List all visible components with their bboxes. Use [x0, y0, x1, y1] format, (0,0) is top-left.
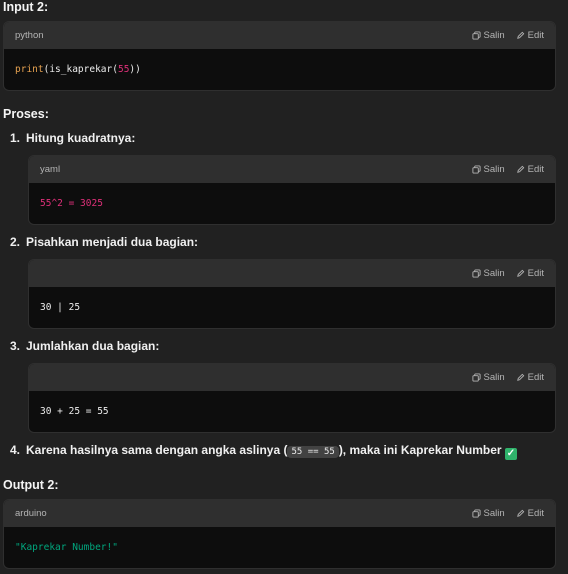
code-language-label: yaml	[40, 164, 61, 175]
output-heading: Output 2:	[3, 478, 59, 492]
edit-button[interactable]: Edit	[516, 508, 544, 519]
code-content: "Kaprekar Number!"	[15, 542, 118, 553]
code-token-number: 55	[117, 64, 130, 75]
step-4: 4. Karena hasilnya sama dengan angka asli…	[10, 443, 517, 460]
edit-label: Edit	[527, 268, 544, 279]
step-number: 1.	[10, 131, 21, 145]
inline-code: 55 == 55	[287, 446, 339, 458]
edit-icon	[516, 31, 524, 39]
code-block-step-3: Salin Edit 30 + 25 = 55	[28, 363, 556, 433]
step-text: Jumlahkan dua bagian:	[26, 339, 160, 353]
code-block-header: Salin Edit	[29, 364, 555, 391]
step-text: Karena hasilnya sama dengan angka asliny…	[26, 443, 288, 457]
edit-button[interactable]: Edit	[516, 372, 544, 383]
code-block-header: Salin Edit	[29, 260, 555, 287]
copy-label: Salin	[483, 30, 505, 41]
copy-icon	[471, 31, 481, 40]
step-3: 3. Jumlahkan dua bagian:	[10, 339, 159, 353]
copy-button[interactable]: Salin	[471, 508, 505, 519]
code-block-header: arduino Salin Edit	[4, 500, 555, 527]
edit-label: Edit	[527, 508, 544, 519]
edit-label: Edit	[527, 372, 544, 383]
edit-icon	[516, 165, 524, 173]
edit-icon	[516, 373, 524, 381]
edit-label: Edit	[527, 164, 544, 175]
check-mark-icon: ✓	[504, 448, 517, 460]
copy-button[interactable]: Salin	[471, 268, 505, 279]
code-content: 30 + 25 = 55	[40, 406, 109, 417]
step-2: 2. Pisahkan menjadi dua bagian:	[10, 235, 198, 249]
edit-button[interactable]: Edit	[516, 268, 544, 279]
copy-icon	[471, 165, 481, 174]
code-token-close: ))	[129, 64, 141, 75]
copy-label: Salin	[483, 164, 505, 175]
copy-button[interactable]: Salin	[471, 30, 505, 41]
edit-icon	[516, 509, 524, 517]
step-text: Pisahkan menjadi dua bagian:	[26, 235, 199, 249]
code-token-keyword: print	[15, 64, 44, 75]
edit-button[interactable]: Edit	[516, 164, 544, 175]
step-1: 1. Hitung kuadratnya:	[10, 131, 135, 145]
code-content: 30 | 25	[40, 302, 81, 313]
step-text-end: ), maka ini Kaprekar Number	[338, 443, 502, 457]
copy-label: Salin	[483, 372, 505, 383]
step-number: 3.	[10, 339, 21, 353]
code-block-header: python Salin Edit	[4, 22, 555, 49]
step-text: Hitung kuadratnya:	[26, 131, 136, 145]
code-block-step-2: Salin Edit 30 | 25	[28, 259, 556, 329]
edit-label: Edit	[527, 30, 544, 41]
process-heading: Proses:	[3, 107, 49, 121]
code-block-header: yaml Salin Edit	[29, 156, 555, 183]
edit-button[interactable]: Edit	[516, 30, 544, 41]
input-heading: Input 2:	[3, 0, 49, 14]
copy-icon	[471, 373, 481, 382]
copy-button[interactable]: Salin	[471, 372, 505, 383]
code-token-call: (is_kaprekar(	[43, 64, 118, 75]
code-content: print(is_kaprekar(55))	[15, 64, 141, 75]
step-number: 4.	[10, 443, 21, 457]
code-language-label: python	[15, 30, 44, 41]
copy-icon	[471, 509, 481, 518]
copy-label: Salin	[483, 268, 505, 279]
copy-label: Salin	[483, 508, 505, 519]
edit-icon	[516, 269, 524, 277]
code-block-step-1: yaml Salin Edit 55^2 = 3025	[28, 155, 556, 225]
copy-icon	[471, 269, 481, 278]
copy-button[interactable]: Salin	[471, 164, 505, 175]
step-number: 2.	[10, 235, 21, 249]
code-block-input: python Salin Edit print(is_kaprekar(55))	[3, 21, 556, 91]
code-language-label: arduino	[15, 508, 47, 519]
code-content: 55^2 = 3025	[40, 198, 103, 209]
code-block-output: arduino Salin Edit "Kaprekar Number!"	[3, 499, 556, 569]
